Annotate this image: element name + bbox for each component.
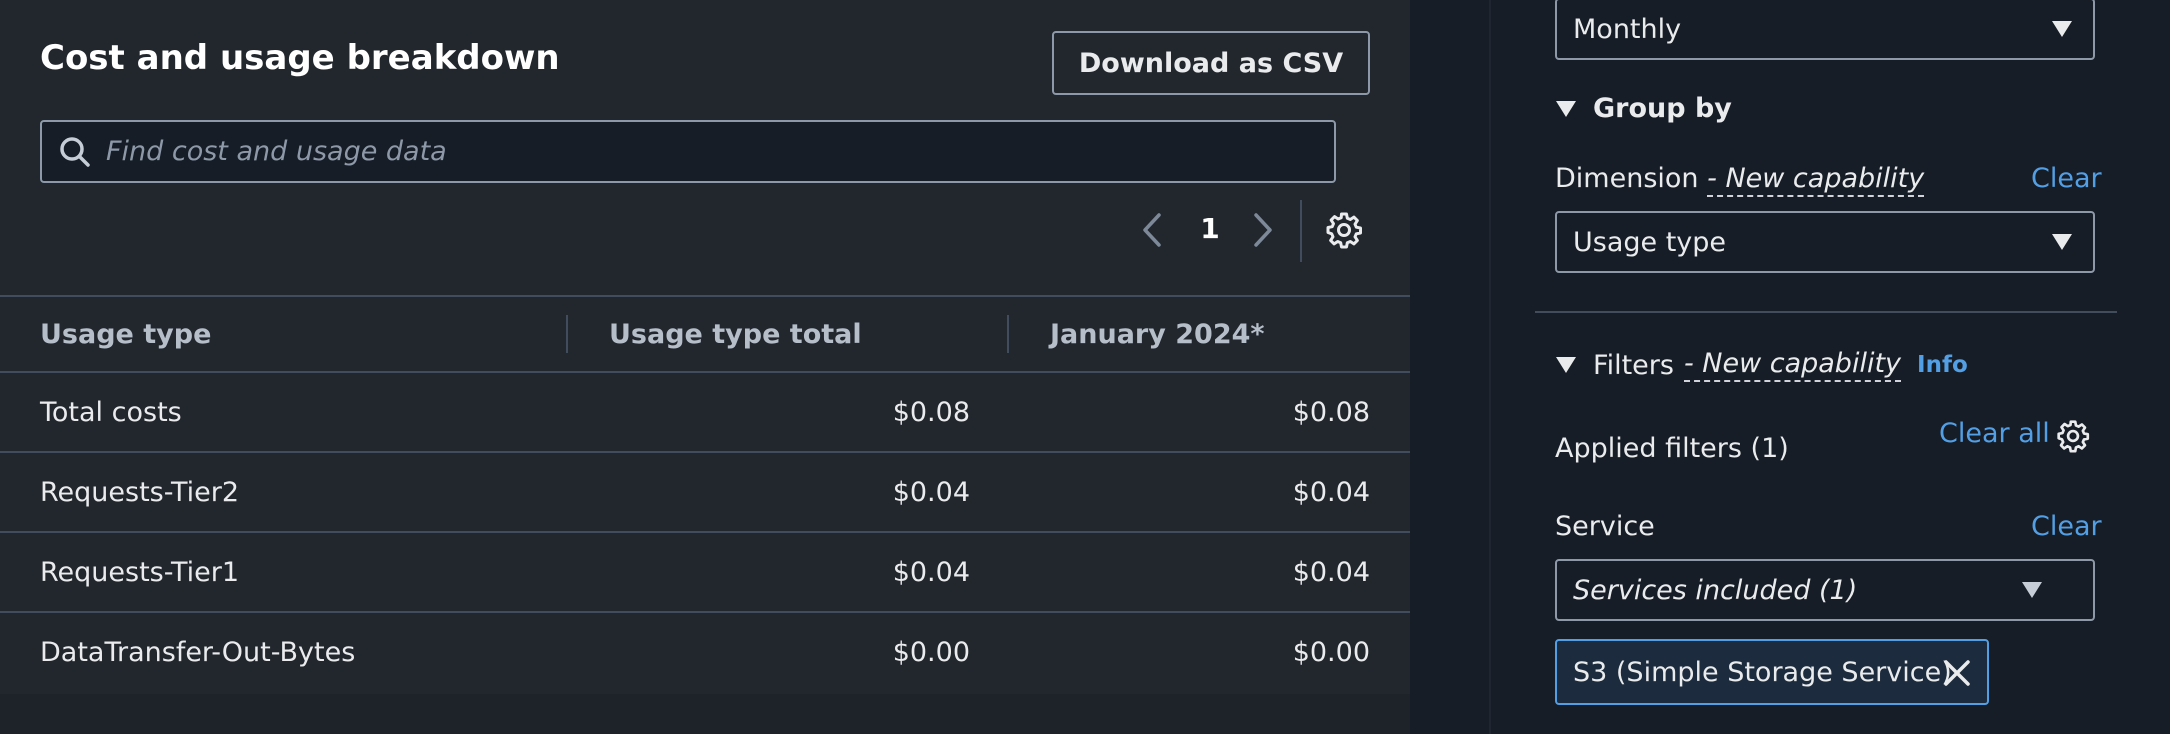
dimension-value: Usage type [1573, 226, 1727, 258]
service-value: Services included (1) [1573, 574, 1858, 606]
filter-settings-gear-icon[interactable] [2056, 419, 2090, 453]
chevron-right-icon [1254, 213, 1272, 247]
column-resizer[interactable] [1007, 315, 1009, 353]
table-settings-gear-icon[interactable] [1325, 211, 1363, 249]
search-input[interactable] [92, 122, 1334, 181]
table-row: DataTransfer-Out-Bytes $0.00 $0.00 [0, 613, 1410, 693]
usage-table: Usage type Usage type total January 2024… [0, 295, 1410, 693]
chevron-left-icon [1143, 213, 1161, 247]
applied-filters-label: Applied filters (1) [1555, 433, 1789, 464]
cell-usage-type: Requests-Tier2 [40, 476, 240, 508]
column-header-usage-type[interactable]: Usage type [40, 297, 211, 371]
caret-down-icon [1556, 100, 1576, 117]
table-header: Usage type Usage type total January 2024… [0, 295, 1410, 373]
cell-usage-type: DataTransfer-Out-Bytes [40, 636, 356, 668]
cell-january-2024: $0.00 [1292, 636, 1370, 668]
cell-january-2024: $0.04 [1292, 556, 1370, 588]
cell-january-2024: $0.08 [1292, 396, 1370, 428]
granularity-select[interactable]: Monthly [1555, 0, 2095, 60]
new-capability-tag: - New capability [1683, 348, 1902, 382]
caret-down-icon [2052, 21, 2072, 37]
group-by-heading: Group by [1593, 93, 1732, 124]
next-page-button[interactable] [1246, 208, 1280, 252]
download-csv-button[interactable]: Download as CSV [1052, 31, 1370, 95]
table-row: Total costs $0.08 $0.08 [0, 373, 1410, 453]
dimension-select[interactable]: Usage type [1555, 211, 2095, 273]
cell-usage-type: Total costs [40, 396, 182, 428]
cell-usage-type: Requests-Tier1 [40, 556, 240, 588]
section-divider [1535, 311, 2117, 313]
column-header-usage-type-total[interactable]: Usage type total [609, 297, 862, 371]
clear-all-filters-link[interactable]: Clear all [1939, 418, 2050, 449]
token-label: S3 (Simple Storage Service) [1573, 656, 1952, 688]
cell-usage-type-total: $0.04 [892, 476, 970, 508]
table-row: Requests-Tier1 $0.04 $0.04 [0, 533, 1410, 613]
service-select[interactable]: Services included (1) [1555, 559, 2095, 621]
caret-down-icon [2022, 582, 2042, 598]
panel-title: Cost and usage breakdown [40, 38, 560, 78]
search-field[interactable] [40, 120, 1336, 183]
close-icon[interactable] [1943, 659, 1971, 687]
cell-usage-type-total: $0.00 [892, 636, 970, 668]
cell-usage-type-total: $0.08 [892, 396, 970, 428]
service-filter-token: S3 (Simple Storage Service) [1555, 639, 1989, 705]
previous-page-button[interactable] [1135, 208, 1169, 252]
table-row: Requests-Tier2 $0.04 $0.04 [0, 453, 1410, 533]
dimension-label: Dimension - New capability [1555, 163, 1925, 197]
clear-service-link[interactable]: Clear [2031, 511, 2102, 542]
new-capability-tag: - New capability [1707, 163, 1925, 197]
panel-bottom-strip [0, 694, 1410, 734]
search-icon [60, 136, 90, 167]
filters-info-link[interactable]: Info [1917, 352, 1968, 378]
column-resizer[interactable] [566, 315, 568, 353]
granularity-value: Monthly [1573, 13, 1682, 45]
cell-january-2024: $0.04 [1292, 476, 1370, 508]
panel-gutter [1410, 0, 1490, 734]
caret-down-icon [1556, 357, 1576, 373]
pager-divider [1300, 200, 1302, 262]
cell-usage-type-total: $0.04 [892, 556, 970, 588]
filters-section-toggle[interactable]: Filters - New capability Info [1555, 348, 1968, 382]
clear-dimension-link[interactable]: Clear [2031, 163, 2102, 194]
column-header-january-2024[interactable]: January 2024* [1050, 297, 1265, 371]
page-number-button[interactable]: 1 [1190, 212, 1230, 245]
filters-heading: Filters [1593, 349, 1674, 381]
caret-down-icon [2052, 234, 2072, 250]
service-label: Service [1555, 511, 1655, 542]
dimension-label-text: Dimension [1555, 163, 1699, 194]
group-by-section-toggle[interactable]: Group by [1555, 93, 1732, 124]
